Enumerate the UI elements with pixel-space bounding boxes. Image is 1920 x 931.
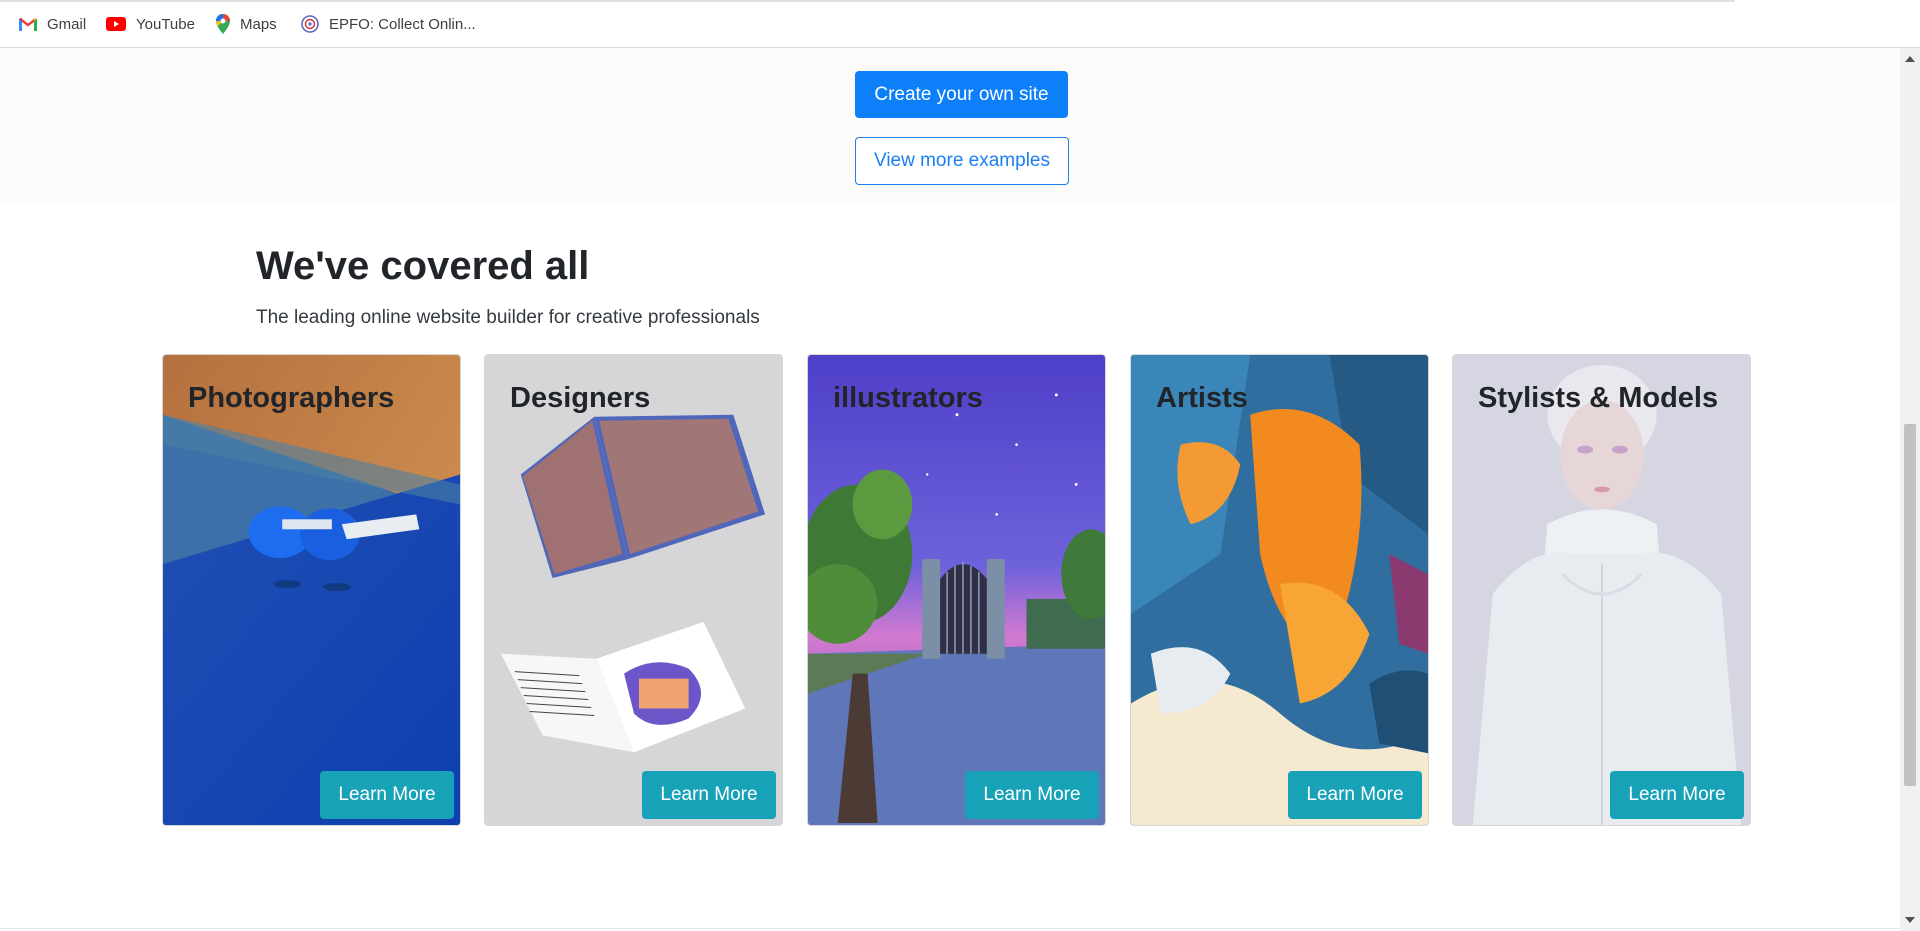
toolbar-divider bbox=[0, 0, 1735, 2]
gmail-icon bbox=[19, 17, 37, 31]
card-title: Photographers bbox=[188, 382, 395, 414]
night-gate-illustration bbox=[808, 355, 1105, 825]
youtube-icon bbox=[106, 17, 126, 31]
maps-pin-icon bbox=[216, 14, 230, 34]
scrollbar-thumb[interactable] bbox=[1904, 424, 1916, 786]
model-white-coat-photo bbox=[1453, 355, 1750, 825]
bookmark-gmail[interactable]: Gmail bbox=[19, 14, 86, 34]
blue-sunglasses-photo bbox=[163, 355, 460, 825]
bookmark-maps[interactable]: Maps bbox=[216, 14, 277, 34]
card-stylists-models: Stylists & Models Learn More bbox=[1452, 354, 1751, 826]
bookmark-label: EPFO: Collect Onlin... bbox=[329, 15, 476, 33]
bookmarks-bar: Gmail YouTube Maps EPFO: Collect Onlin..… bbox=[0, 0, 1920, 48]
page-bottom-divider bbox=[0, 928, 1900, 929]
scroll-up-arrow-icon[interactable] bbox=[1905, 56, 1915, 62]
vertical-scrollbar[interactable] bbox=[1900, 48, 1920, 931]
section-title: We've covered all bbox=[256, 244, 590, 288]
card-title: Stylists & Models bbox=[1478, 382, 1719, 414]
epfo-emblem-icon bbox=[301, 15, 319, 33]
card-photographers: Photographers Learn More bbox=[162, 354, 461, 826]
abstract-painting bbox=[1131, 355, 1428, 825]
create-site-button[interactable]: Create your own site bbox=[855, 71, 1068, 118]
view-examples-button[interactable]: View more examples bbox=[855, 137, 1069, 185]
card-title: illustrators bbox=[833, 382, 983, 414]
bookmark-youtube[interactable]: YouTube bbox=[106, 14, 195, 34]
learn-more-button[interactable]: Learn More bbox=[642, 771, 776, 819]
bookmark-label: Gmail bbox=[47, 15, 87, 33]
card-title: Designers bbox=[510, 382, 651, 414]
bookmark-epfo[interactable]: EPFO: Collect Onlin... bbox=[301, 14, 476, 34]
learn-more-button[interactable]: Learn More bbox=[320, 771, 454, 819]
printed-brochure-mockup bbox=[485, 355, 782, 825]
learn-more-button[interactable]: Learn More bbox=[1288, 771, 1422, 819]
scroll-down-arrow-icon[interactable] bbox=[1905, 917, 1915, 923]
card-title: Artists bbox=[1156, 382, 1248, 414]
learn-more-button[interactable]: Learn More bbox=[965, 771, 1099, 819]
bookmark-label: YouTube bbox=[136, 15, 195, 33]
card-artists: Artists Learn More bbox=[1130, 354, 1429, 826]
section-subtitle: The leading online website builder for c… bbox=[256, 307, 760, 328]
bookmark-label: Maps bbox=[240, 15, 277, 33]
card-designers: Designers Learn More bbox=[484, 354, 783, 826]
learn-more-button[interactable]: Learn More bbox=[1610, 771, 1744, 819]
card-illustrators: illustrators Learn More bbox=[807, 354, 1106, 826]
